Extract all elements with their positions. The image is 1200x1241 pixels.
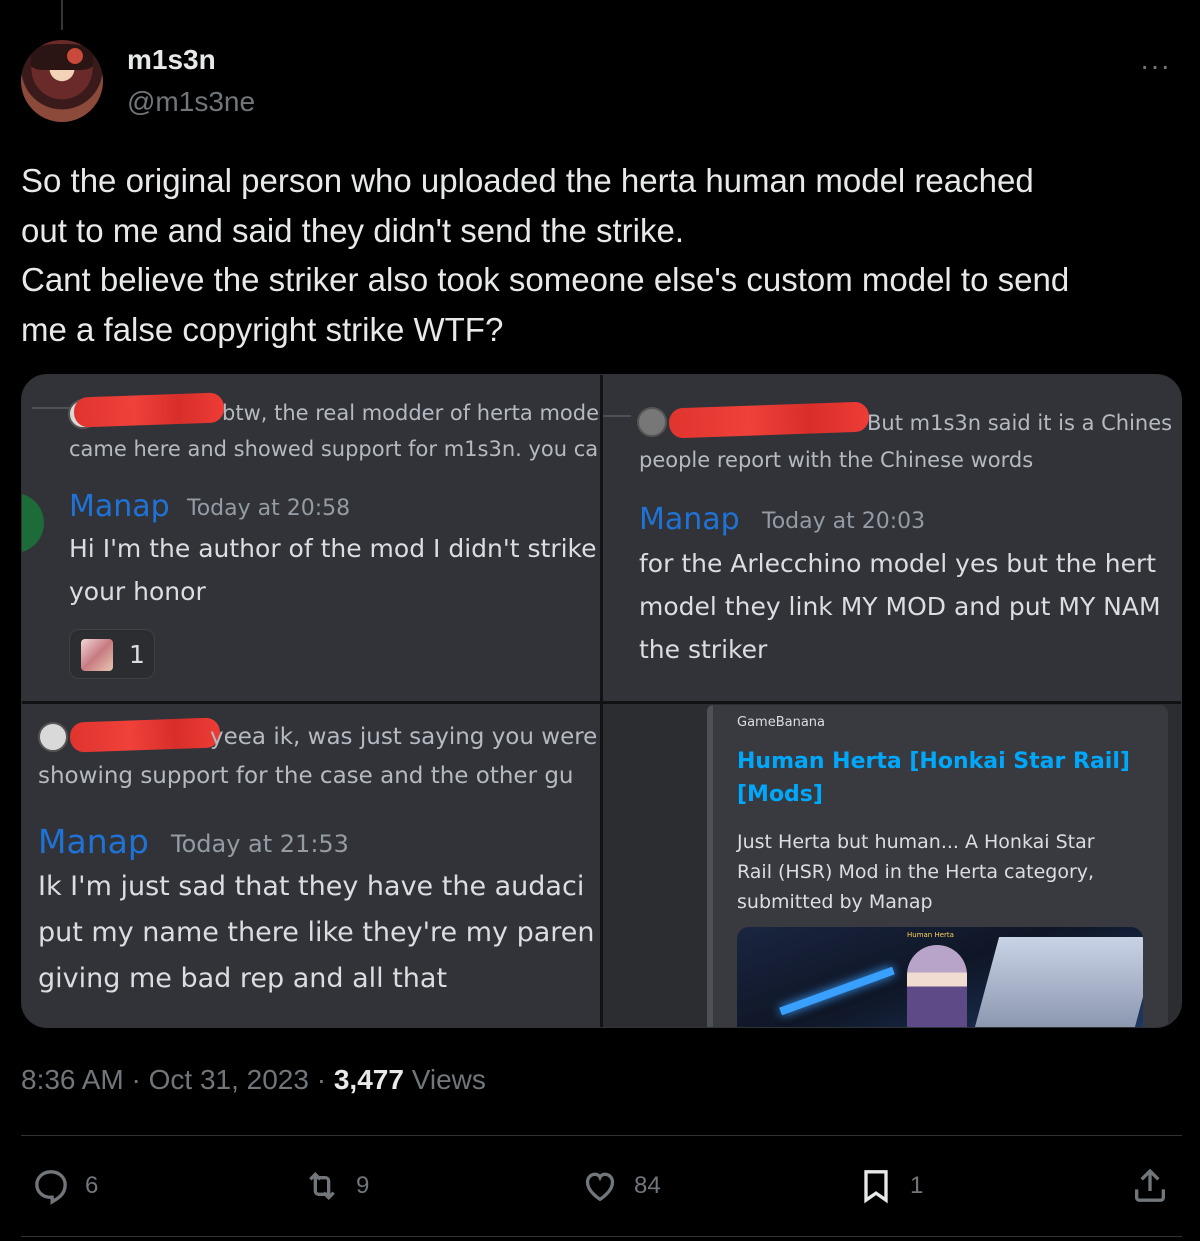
reply-line [32,407,70,409]
message-line: put my name there like they're my paren [38,917,595,948]
bookmark-icon [864,1170,888,1204]
redaction-scribble [73,392,225,428]
message-line: the striker [639,635,768,664]
reply-count: 6 [85,1172,99,1199]
repost-button[interactable]: 9 [302,1166,369,1206]
user-handle[interactable]: @m1s3ne [127,86,255,118]
embed-description: Just Herta but human... A Honkai Star Ra… [737,827,1095,917]
redaction-scribble [69,717,221,753]
bookmark-button[interactable]: 1 [856,1166,923,1206]
repost-icon [309,1171,335,1201]
tweet-line: me a false copyright strike WTF? [21,310,504,348]
tweet-date[interactable]: Oct 31, 2023 [149,1064,309,1095]
embed-thumbnail[interactable]: Human Herta [737,927,1143,1027]
tweet-line: Cant believe the striker also took someo… [21,261,1070,298]
reply-button[interactable]: 6 [31,1166,98,1206]
message-author: Manap [639,502,740,537]
reaction-emoji-icon [81,639,113,671]
reply-quote: But m1s3n said it is a Chines [867,411,1173,435]
reply-quote: came here and showed support for m1s3n. … [69,437,599,461]
share-button[interactable] [1130,1166,1170,1206]
more-options-icon[interactable]: ··· [1140,50,1171,82]
divider [21,1135,1182,1136]
message-line: model they link MY MOD and put MY NAM [639,592,1161,621]
avatar-flower [67,48,83,64]
reply-quote: showing support for the case and the oth… [38,763,574,789]
tweet-text: So the original person who uploaded the … [21,156,1181,354]
screenshot-panel-1[interactable]: btw, the real modder of herta mode came … [22,375,600,701]
message-author: Manap [38,822,149,861]
embed-description-line: submitted by Manap [737,891,933,913]
tweet-time[interactable]: 8:36 AM [21,1064,124,1095]
message-line: Hi I'm the author of the mod I didn't st… [69,534,597,563]
embed-title[interactable]: Human Herta [Honkai Star Rail] [Mods] [737,745,1130,811]
tweet-meta: 8:36 AM · Oct 31, 2023 · 3,477 Views [21,1064,486,1096]
like-button[interactable]: 84 [580,1166,661,1206]
message-line: giving me bad rep and all that [38,963,448,994]
reply-icon [35,1170,67,1205]
tweet-line: out to me and said they didn't send the … [21,211,685,249]
reply-quote: yeea ik, was just saying you were [210,724,598,750]
embed-body: GameBanana Human Herta [Honkai Star Rail… [713,705,1168,1027]
link-embed[interactable]: GameBanana Human Herta [Honkai Star Rail… [707,705,1168,1027]
embed-description-line: Rail (HSR) Mod in the Herta category, [737,861,1095,883]
message-author: Manap [69,489,170,524]
thumbnail-light-stripe [779,966,895,1016]
tweet-line: So the original person who uploaded the … [21,162,1034,199]
message-timestamp: Today at 20:58 [187,496,351,521]
thumbnail-character [907,945,967,1027]
like-count: 84 [634,1172,661,1199]
repost-count: 9 [356,1172,370,1199]
divider [21,1236,1182,1237]
thumbnail-background-panel [974,937,1143,1027]
message-timestamp: Today at 21:53 [171,830,349,858]
message-line: Ik I'm just sad that they have the audac… [38,871,585,902]
screenshot-panel-2[interactable]: But m1s3n said it is a Chines people rep… [603,375,1181,701]
message-line: for the Arlecchino model yes but the her… [639,549,1157,578]
embed-description-line: Just Herta but human... A Honkai Star [737,831,1095,853]
thread-connector-line [61,0,63,30]
thumbnail-caption: Human Herta [907,931,954,939]
redaction-scribble [668,401,870,439]
reply-line [603,415,631,417]
embed-title-line: Human Herta [Honkai Star Rail] [737,749,1130,774]
embed-title-line: [Mods] [737,782,823,807]
tweet-media[interactable]: btw, the real modder of herta mode came … [21,374,1182,1028]
display-name[interactable]: m1s3n [127,44,216,76]
heart-icon [585,1172,615,1202]
avatar-hat [31,44,93,70]
screenshot-panel-4[interactable]: GameBanana Human Herta [Honkai Star Rail… [603,704,1181,1027]
message-line: your honor [69,577,206,606]
author-avatar [22,493,44,553]
reaction-count: 1 [129,640,145,669]
message-timestamp: Today at 20:03 [762,509,926,534]
reply-quote: people report with the Chinese words [639,448,1034,472]
views-label: Views [411,1064,486,1095]
media-divider-horizontal [22,701,1181,704]
meta-separator: · [131,1064,149,1095]
embed-site-name: GameBanana [737,715,825,730]
replied-user-avatar [637,407,667,437]
replied-user-avatar [38,722,68,752]
meta-separator: · [316,1064,334,1095]
views-count: 3,477 [333,1064,404,1095]
reaction-pill: 1 [69,629,155,679]
reply-quote: btw, the real modder of herta mode [222,401,600,425]
screenshot-panel-3[interactable]: yeea ik, was just saying you were showin… [22,704,600,1027]
avatar[interactable] [21,40,103,122]
share-icon [1135,1168,1165,1202]
bookmark-count: 1 [910,1172,924,1199]
